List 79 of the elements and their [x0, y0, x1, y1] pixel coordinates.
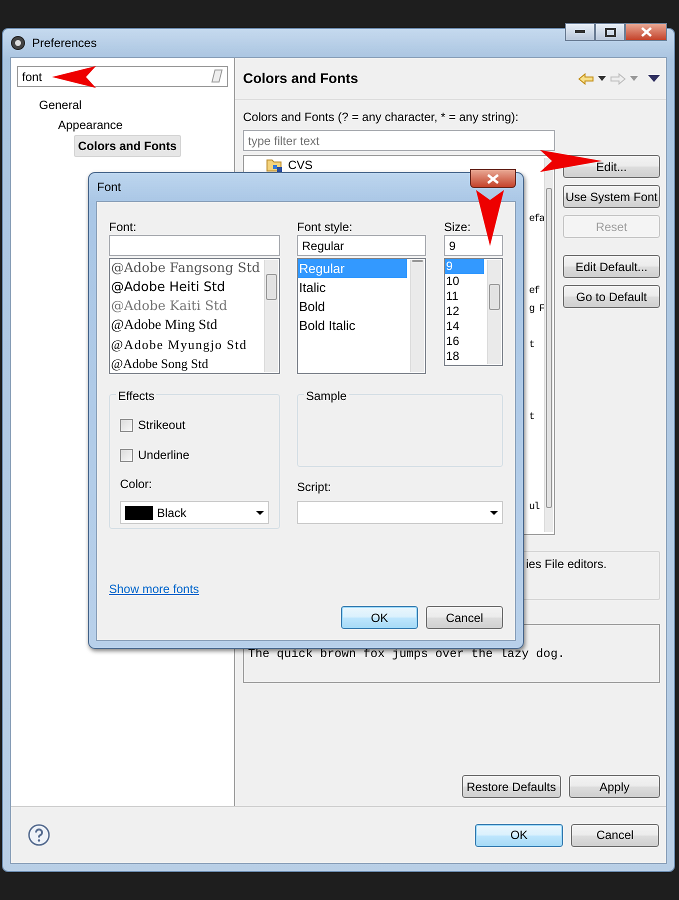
checkbox[interactable] — [120, 448, 133, 462]
dropdown-icon[interactable] — [598, 76, 606, 81]
pointer-arrow — [476, 190, 504, 246]
minimize-icon — [575, 30, 585, 34]
font-style-field[interactable]: Regular — [297, 235, 426, 256]
tree-item-text: t — [529, 410, 534, 424]
font-field[interactable] — [109, 235, 280, 256]
tree-item-text: g F — [529, 302, 544, 316]
scrollbar[interactable] — [410, 260, 424, 372]
tree-item-text: efa — [529, 212, 544, 226]
ok-button[interactable]: OK — [475, 824, 563, 846]
list-item[interactable]: 11 — [445, 289, 484, 304]
filter-label: Colors and Fonts (? = any character, * = any string): — [243, 109, 520, 126]
tree-item-text: ef — [529, 284, 540, 298]
maximize-button[interactable] — [595, 23, 625, 41]
list-item[interactable]: @Adobe Fangsong Std — [110, 259, 261, 278]
dropdown-icon — [256, 510, 264, 514]
close-icon — [640, 27, 652, 37]
scrollbar[interactable] — [544, 158, 553, 532]
list-item[interactable]: @Adobe Myungjo Std — [110, 335, 261, 354]
list-item[interactable]: 10 — [445, 274, 484, 289]
tree-item[interactable]: Colors and Fonts — [74, 135, 181, 157]
description-text: ies File editors. — [526, 556, 607, 573]
size-label: Size: — [444, 219, 472, 235]
size-field[interactable]: 9 — [444, 235, 503, 256]
scrollbar[interactable] — [487, 260, 501, 364]
font-label: Font: — [109, 219, 138, 235]
checkbox[interactable] — [120, 418, 133, 432]
eraser-icon[interactable] — [211, 69, 223, 83]
gear-icon — [10, 35, 26, 51]
cancel-button[interactable]: Cancel — [571, 824, 659, 846]
tree-item-text: ul — [529, 500, 540, 514]
filter-field[interactable]: type filter text — [243, 130, 555, 151]
ok-button[interactable]: OK — [341, 606, 418, 629]
page-title: Colors and Fonts — [243, 69, 358, 88]
checkbox-label: Underline — [138, 447, 190, 464]
list-item[interactable]: 16 — [445, 334, 484, 349]
window-title: Preferences — [32, 35, 97, 52]
help-icon[interactable] — [28, 824, 50, 846]
script-label: Script: — [297, 479, 332, 496]
script-select[interactable] — [297, 501, 503, 524]
close-button[interactable] — [470, 169, 516, 188]
side-button[interactable]: Edit Default... — [563, 255, 660, 278]
tree-item[interactable]: General — [36, 95, 85, 115]
tree-item-text: t — [529, 338, 534, 352]
scrollbar[interactable] — [264, 260, 278, 372]
side-button[interactable]: Go to Default — [563, 285, 660, 308]
minimize-button[interactable] — [565, 23, 595, 41]
pointer-arrow — [52, 66, 96, 88]
view-menu-icon[interactable] — [648, 75, 660, 82]
list-item[interactable]: @Adobe Kaiti Std — [110, 297, 261, 316]
side-button[interactable]: Use System Font — [563, 185, 660, 208]
preview-text: The quick brown fox jumps over the lazy dog. — [248, 647, 565, 661]
list-item[interactable]: Bold Italic — [298, 316, 407, 335]
style-label: Font style: — [297, 219, 354, 235]
dropdown-icon — [490, 510, 498, 514]
list-item[interactable]: Bold — [298, 297, 407, 316]
tree-item[interactable]: Appearance — [55, 115, 126, 135]
list-item[interactable]: 14 — [445, 319, 484, 334]
show-more-fonts-link[interactable]: Show more fonts — [109, 582, 200, 596]
color-value: Black — [157, 504, 186, 522]
list-item[interactable]: Italic — [298, 278, 407, 297]
list-item[interactable]: @Adobe Heiti Std — [110, 278, 261, 297]
color-label: Color: — [120, 476, 154, 493]
color-select[interactable]: Black — [120, 501, 269, 524]
list-item[interactable]: @Adobe Ming Std — [110, 316, 261, 335]
list-item[interactable]: 12 — [445, 304, 484, 319]
maximize-icon — [604, 28, 616, 36]
checkbox-label: Strikeout — [138, 417, 186, 434]
restore-defaults-button[interactable]: Restore Defaults — [462, 775, 561, 798]
list-item[interactable]: 18 — [445, 349, 484, 364]
cancel-button[interactable]: Cancel — [426, 606, 503, 629]
tree-item[interactable]: CVS — [288, 156, 313, 174]
folder-icon — [266, 157, 284, 173]
apply-button[interactable]: Apply — [569, 775, 660, 798]
close-icon — [487, 174, 499, 184]
list-item[interactable]: @Adobe Song Std — [110, 354, 261, 373]
dialog-title: Font — [97, 179, 122, 196]
close-button[interactable] — [625, 23, 667, 41]
